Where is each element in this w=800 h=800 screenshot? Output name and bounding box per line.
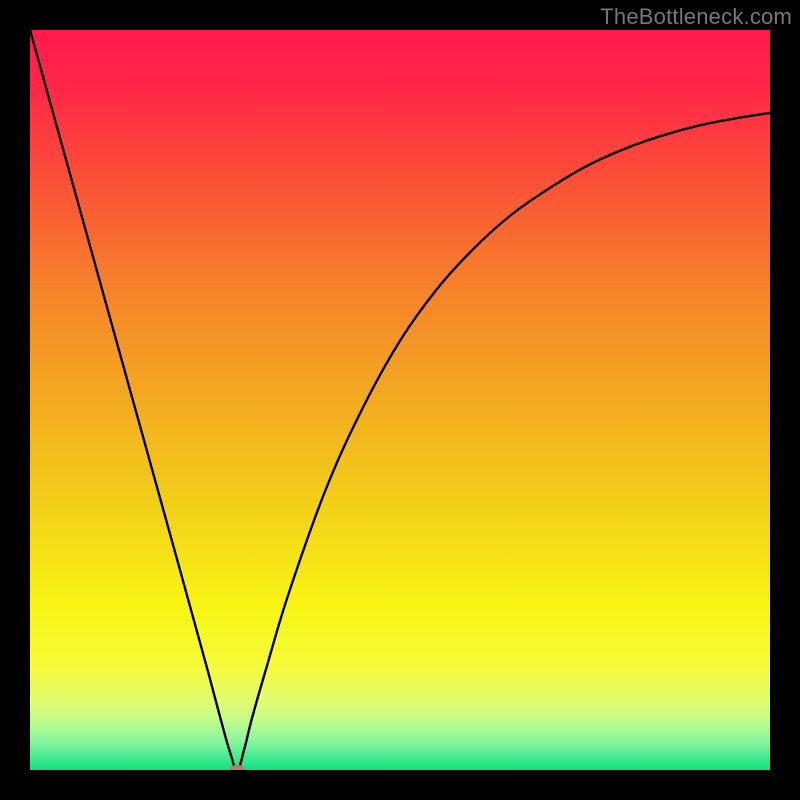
chart-frame: TheBottleneck.com [0, 0, 800, 800]
chart-svg [30, 30, 770, 770]
gradient-background [30, 30, 770, 770]
watermark-text: TheBottleneck.com [600, 4, 792, 30]
plot-area [30, 30, 770, 770]
